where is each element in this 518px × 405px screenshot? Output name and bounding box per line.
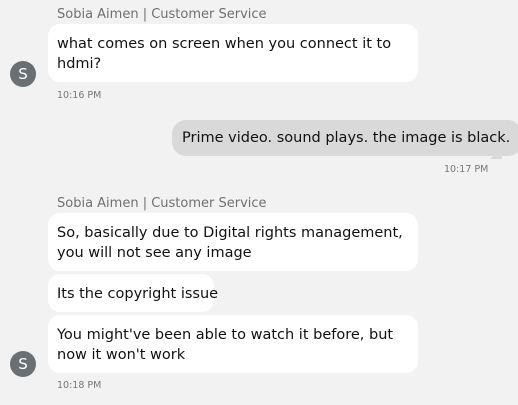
sender-name: Sobia Aimen | Customer Service — [57, 7, 267, 22]
message-timestamp: 10:17 PM — [444, 164, 489, 175]
message-timestamp: 10:16 PM — [57, 90, 102, 101]
agent-message: what comes on screen when you connect it… — [48, 24, 418, 82]
sender-name: Sobia Aimen | Customer Service — [57, 196, 267, 211]
agent-message: You might've been able to watch it befor… — [48, 315, 418, 373]
avatar: S — [10, 61, 36, 87]
bubble-tail — [490, 147, 502, 159]
agent-message: Its the copyright issue — [48, 274, 218, 312]
message-timestamp: 10:18 PM — [57, 380, 102, 391]
user-message: Prime video. sound plays. the image is b… — [172, 120, 518, 156]
avatar: S — [10, 351, 36, 377]
agent-message: So, basically due to Digital rights mana… — [48, 213, 418, 271]
